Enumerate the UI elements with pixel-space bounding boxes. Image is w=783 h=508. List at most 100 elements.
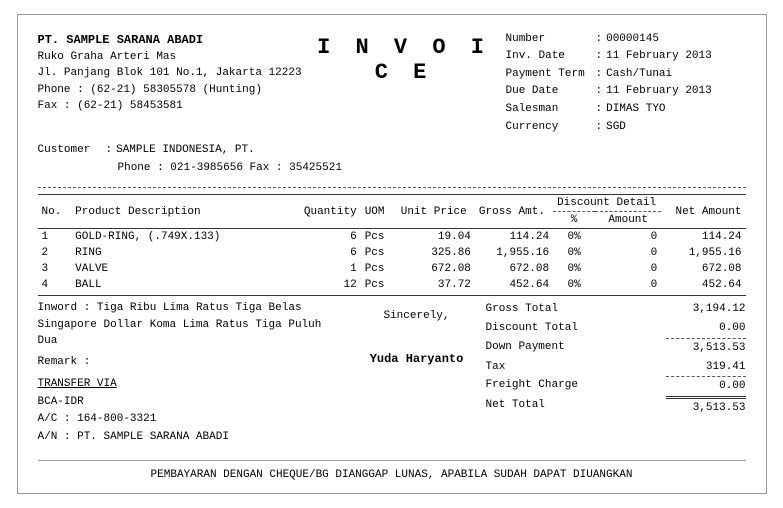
summary-freight: Freight Charge 0.00: [486, 376, 746, 396]
meta-due-date: Due Date : 11 February 2013: [506, 83, 746, 101]
cell-unit-price: 672.08: [397, 261, 475, 277]
customer-row: Customer : SAMPLE INDONESIA, PT.: [38, 142, 746, 160]
meta-payment-term: Payment Term : Cash/Tunai: [506, 66, 746, 84]
table-row: 1 GOLD-RING, (.749X.133) 6 Pcs 19.04 114…: [38, 229, 746, 246]
customer-label: Customer: [38, 142, 106, 160]
company-fax: Fax : (62-21) 58453581: [38, 98, 302, 115]
cell-desc: VALVE: [71, 261, 287, 277]
footer-middle: Sincerely, Yuda Haryanto: [357, 300, 477, 446]
cell-disc-amt: 0: [595, 245, 661, 261]
remark-label: Remark :: [38, 356, 91, 368]
meta-number-label: Number: [506, 31, 596, 49]
cell-qty: 12: [288, 277, 361, 293]
cell-disc-amt: 0: [595, 261, 661, 277]
cell-disc-amt: 0: [595, 277, 661, 293]
cell-desc: GOLD-RING, (.749X.133): [71, 229, 287, 246]
cell-disc-amt: 0: [595, 229, 661, 246]
cell-disc-pct: 0%: [553, 277, 595, 293]
th-no: No.: [38, 195, 72, 229]
cell-no: 2: [38, 245, 72, 261]
table-header-row1: No. Product Description Quantity UOM Uni…: [38, 195, 746, 212]
net-total-label: Net Total: [486, 396, 606, 418]
summary-down-payment: Down Payment 3,513.53: [486, 338, 746, 358]
th-desc: Product Description: [71, 195, 287, 229]
cell-uom: Pcs: [361, 229, 397, 246]
cell-uom: Pcs: [361, 277, 397, 293]
th-disc-amt: Amount: [595, 212, 661, 229]
meta-number: Number : 00000145: [506, 31, 746, 49]
tax-label: Tax: [486, 358, 606, 377]
cell-qty: 1: [288, 261, 361, 277]
meta-inv-date: Inv. Date : 11 February 2013: [506, 48, 746, 66]
tax-value: 319.41: [666, 358, 746, 377]
cell-net-amt: 114.24: [661, 229, 745, 246]
company-info: PT. SAMPLE SARANA ABADI Ruko Graha Arter…: [38, 31, 302, 115]
discount-total-value: 0.00: [666, 319, 746, 338]
table-bottom-border: [38, 295, 746, 296]
inword-label: Inword :: [38, 302, 91, 314]
cell-disc-pct: 0%: [553, 245, 595, 261]
sincerely-section: Sincerely, Yuda Haryanto: [357, 300, 477, 366]
cell-unit-price: 37.72: [397, 277, 475, 293]
summary-net-total: Net Total 3,513.53: [486, 396, 746, 418]
meta-due-date-label: Due Date: [506, 83, 596, 101]
cell-desc: BALL: [71, 277, 287, 293]
table-row: 4 BALL 12 Pcs 37.72 452.64 0% 0 452.64: [38, 277, 746, 293]
table-row: 2 RING 6 Pcs 325.86 1,955.16 0% 0 1,955.…: [38, 245, 746, 261]
gross-total-label: Gross Total: [486, 300, 606, 319]
company-name: PT. SAMPLE SARANA ABADI: [38, 31, 302, 49]
signatory: Yuda Haryanto: [357, 352, 477, 366]
table-row: 3 VALVE 1 Pcs 672.08 672.08 0% 0 672.08: [38, 261, 746, 277]
summary-tax: Tax 319.41: [486, 358, 746, 377]
down-payment-value: 3,513.53: [666, 338, 746, 358]
header-section: PT. SAMPLE SARANA ABADI Ruko Graha Arter…: [38, 31, 746, 137]
transfer-section: TRANSFER VIA BCA-IDR A/C : 164-800-3321 …: [38, 376, 348, 446]
freight-label: Freight Charge: [486, 376, 606, 396]
meta-salesman-value: DIMAS TYO: [606, 101, 745, 119]
remark-section: Remark :: [38, 356, 348, 368]
cell-net-amt: 452.64: [661, 277, 745, 293]
meta-payment-term-label: Payment Term: [506, 66, 596, 84]
cell-qty: 6: [288, 245, 361, 261]
meta-number-value: 00000145: [606, 31, 745, 49]
gross-total-value: 3,194.12: [666, 300, 746, 319]
footer-section: Inword : Tiga Ribu Lima Ratus Tiga Belas…: [38, 300, 746, 446]
th-quantity: Quantity: [288, 195, 361, 229]
th-discount-detail: Discount Detail: [553, 195, 661, 212]
footer-left: Inword : Tiga Ribu Lima Ratus Tiga Belas…: [38, 300, 348, 446]
meta-due-date-value: 11 February 2013: [606, 83, 745, 101]
cell-disc-pct: 0%: [553, 229, 595, 246]
summary-section: Gross Total 3,194.12 Discount Total 0.00…: [486, 300, 746, 446]
cell-desc: RING: [71, 245, 287, 261]
freight-value: 0.00: [666, 376, 746, 396]
company-phone: Phone : (62-21) 58305578 (Hunting): [38, 82, 302, 99]
transfer-label: TRANSFER VIA: [38, 376, 348, 394]
transfer-account-name: A/N : PT. SAMPLE SARANA ABADI: [38, 429, 348, 447]
th-disc-pct: %: [553, 212, 595, 229]
transfer-account: A/C : 164-800-3321: [38, 411, 348, 429]
th-uom: UOM: [361, 195, 397, 229]
customer-phone-fax: Phone : 021-3985656 Fax : 35425521: [38, 160, 746, 178]
meta-currency-value: SGD: [606, 119, 745, 137]
divider-top: [38, 187, 746, 188]
customer-name: SAMPLE INDONESIA, PT.: [116, 142, 255, 160]
meta-inv-date-value: 11 February 2013: [606, 48, 745, 66]
inword-section: Inword : Tiga Ribu Lima Ratus Tiga Belas…: [38, 300, 348, 350]
invoice-container: PT. SAMPLE SARANA ABADI Ruko Graha Arter…: [17, 14, 767, 495]
sincerely-text: Sincerely,: [357, 310, 477, 322]
invoice-meta: Number : 00000145 Inv. Date : 11 Februar…: [506, 31, 746, 137]
cell-net-amt: 1,955.16: [661, 245, 745, 261]
meta-payment-term-value: Cash/Tunai: [606, 66, 745, 84]
cell-net-amt: 672.08: [661, 261, 745, 277]
th-gross-amt: Gross Amt.: [475, 195, 553, 229]
cell-unit-price: 19.04: [397, 229, 475, 246]
meta-salesman: Salesman : DIMAS TYO: [506, 101, 746, 119]
discount-total-label: Discount Total: [486, 319, 606, 338]
cell-no: 3: [38, 261, 72, 277]
cell-unit-price: 325.86: [397, 245, 475, 261]
meta-salesman-label: Salesman: [506, 101, 596, 119]
invoice-table: No. Product Description Quantity UOM Uni…: [38, 194, 746, 293]
cell-disc-pct: 0%: [553, 261, 595, 277]
net-total-value: 3,513.53: [666, 396, 746, 418]
cell-no: 1: [38, 229, 72, 246]
